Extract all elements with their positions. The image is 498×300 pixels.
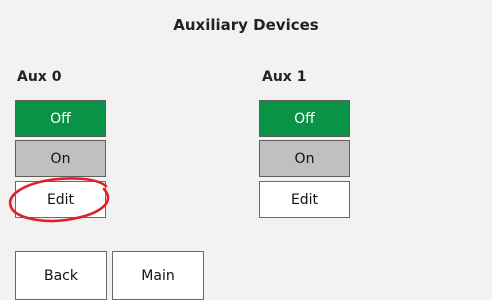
aux-devices-screen: Auxiliary Devices Aux 0 Off On Edit Aux …	[0, 0, 498, 300]
back-button[interactable]: Back	[15, 251, 107, 300]
right-edge-strip	[492, 0, 498, 300]
aux-1-label: Aux 1	[262, 69, 307, 85]
aux-1-off-button[interactable]: Off	[259, 100, 350, 137]
aux-0-on-button[interactable]: On	[15, 140, 106, 177]
aux-0-label: Aux 0	[17, 69, 62, 85]
main-button[interactable]: Main	[112, 251, 204, 300]
aux-1-on-button[interactable]: On	[259, 140, 350, 177]
page-title: Auxiliary Devices	[173, 16, 319, 34]
aux-0-edit-button[interactable]: Edit	[15, 181, 106, 218]
aux-1-edit-button[interactable]: Edit	[259, 181, 350, 218]
aux-0-off-button[interactable]: Off	[15, 100, 106, 137]
